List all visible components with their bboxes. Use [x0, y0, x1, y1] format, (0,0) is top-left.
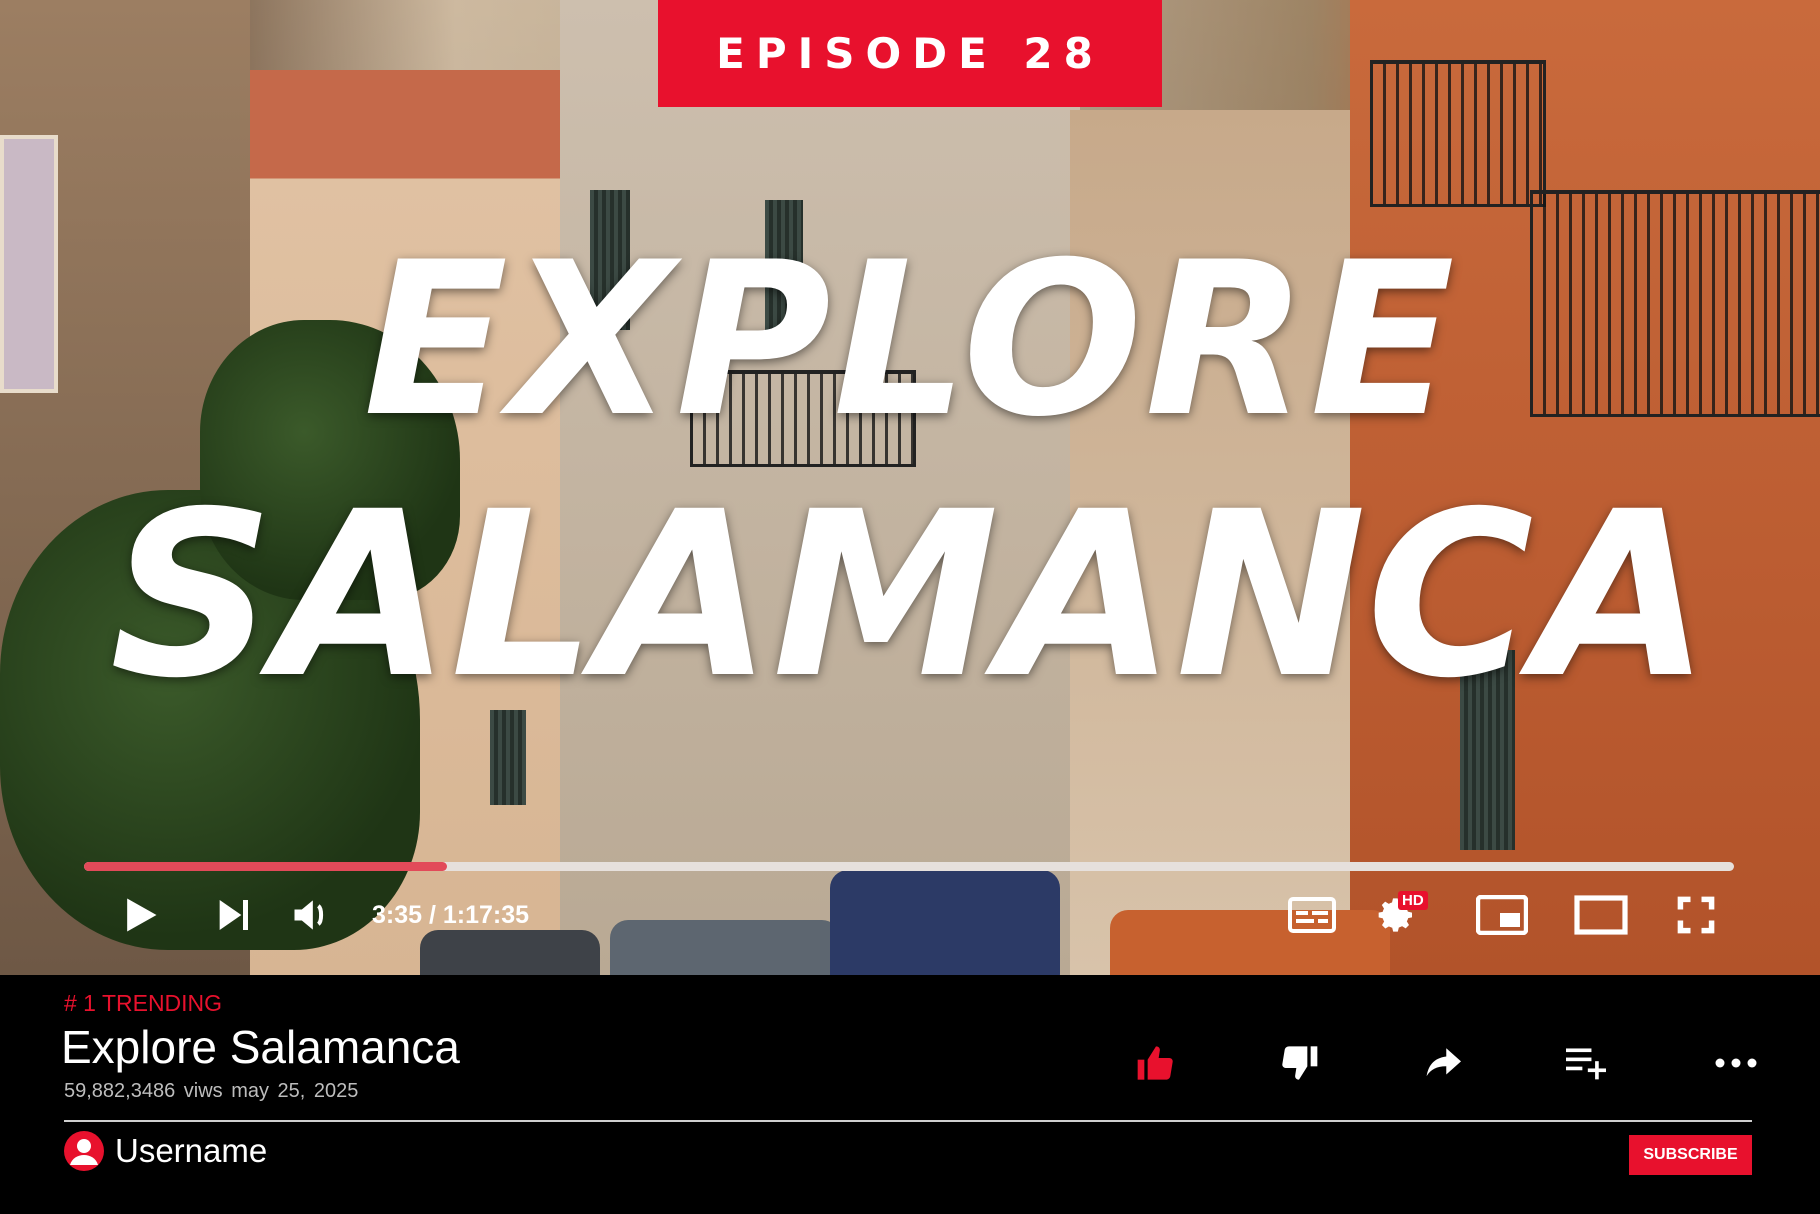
- video-player[interactable]: EPISODE 28 EXPLORE SALAMANCA 3:35 / 1:17…: [0, 0, 1820, 975]
- subscribe-button[interactable]: SUBSCRIBE: [1629, 1135, 1752, 1175]
- fullscreen-button[interactable]: [1668, 885, 1724, 945]
- theater-icon: [1574, 895, 1628, 935]
- trending-badge[interactable]: # 1 TRENDING: [64, 990, 222, 1017]
- next-button[interactable]: [208, 885, 258, 945]
- progress-bar[interactable]: [84, 862, 1734, 871]
- dislike-button[interactable]: [1273, 1040, 1325, 1086]
- time-display: 3:35 / 1:17:35: [372, 901, 530, 929]
- dislike-icon: [1282, 1046, 1318, 1080]
- hd-badge: HD: [1398, 891, 1428, 910]
- overlay-title-line-1: EXPLORE: [363, 216, 1457, 463]
- user-icon: [70, 1139, 98, 1165]
- settings-button[interactable]: HD: [1370, 885, 1428, 945]
- episode-label: EPISODE 28: [716, 29, 1104, 78]
- balcony: [1370, 60, 1546, 207]
- volume-button[interactable]: [286, 885, 336, 945]
- divider: [64, 1120, 1752, 1122]
- fullscreen-icon: [1677, 896, 1715, 934]
- like-icon: [1137, 1046, 1173, 1080]
- play-icon: [127, 898, 157, 932]
- save-to-playlist-button[interactable]: [1560, 1040, 1612, 1086]
- subtitles-icon: [1288, 897, 1336, 933]
- more-icon: [1715, 1058, 1757, 1068]
- miniplayer-icon: [1476, 895, 1528, 935]
- channel-username[interactable]: Username: [115, 1131, 267, 1171]
- progress-played: [84, 862, 447, 871]
- share-button[interactable]: [1417, 1040, 1469, 1086]
- next-icon: [219, 900, 248, 930]
- more-options-button[interactable]: [1710, 1040, 1762, 1086]
- miniplayer-button[interactable]: [1472, 885, 1532, 945]
- video-meta: 59,882,3486 viws may 25, 2025: [64, 1080, 359, 1102]
- player-controls: 3:35 / 1:17:35 HD: [0, 885, 1820, 945]
- subtitles-button[interactable]: [1285, 885, 1339, 945]
- share-icon: [1426, 1048, 1461, 1077]
- episode-banner: EPISODE 28: [658, 0, 1162, 107]
- video-title: Explore Salamanca: [61, 1021, 460, 1073]
- avatar[interactable]: [64, 1131, 104, 1171]
- add-to-playlist-icon: [1566, 1048, 1606, 1080]
- volume-icon: [294, 900, 324, 930]
- play-button[interactable]: [112, 885, 168, 945]
- overlay-title-line-2: SALAMANCA: [109, 462, 1711, 728]
- subscribe-label: SUBSCRIBE: [1643, 1146, 1738, 1163]
- theater-mode-button[interactable]: [1571, 885, 1631, 945]
- like-button[interactable]: [1130, 1040, 1182, 1086]
